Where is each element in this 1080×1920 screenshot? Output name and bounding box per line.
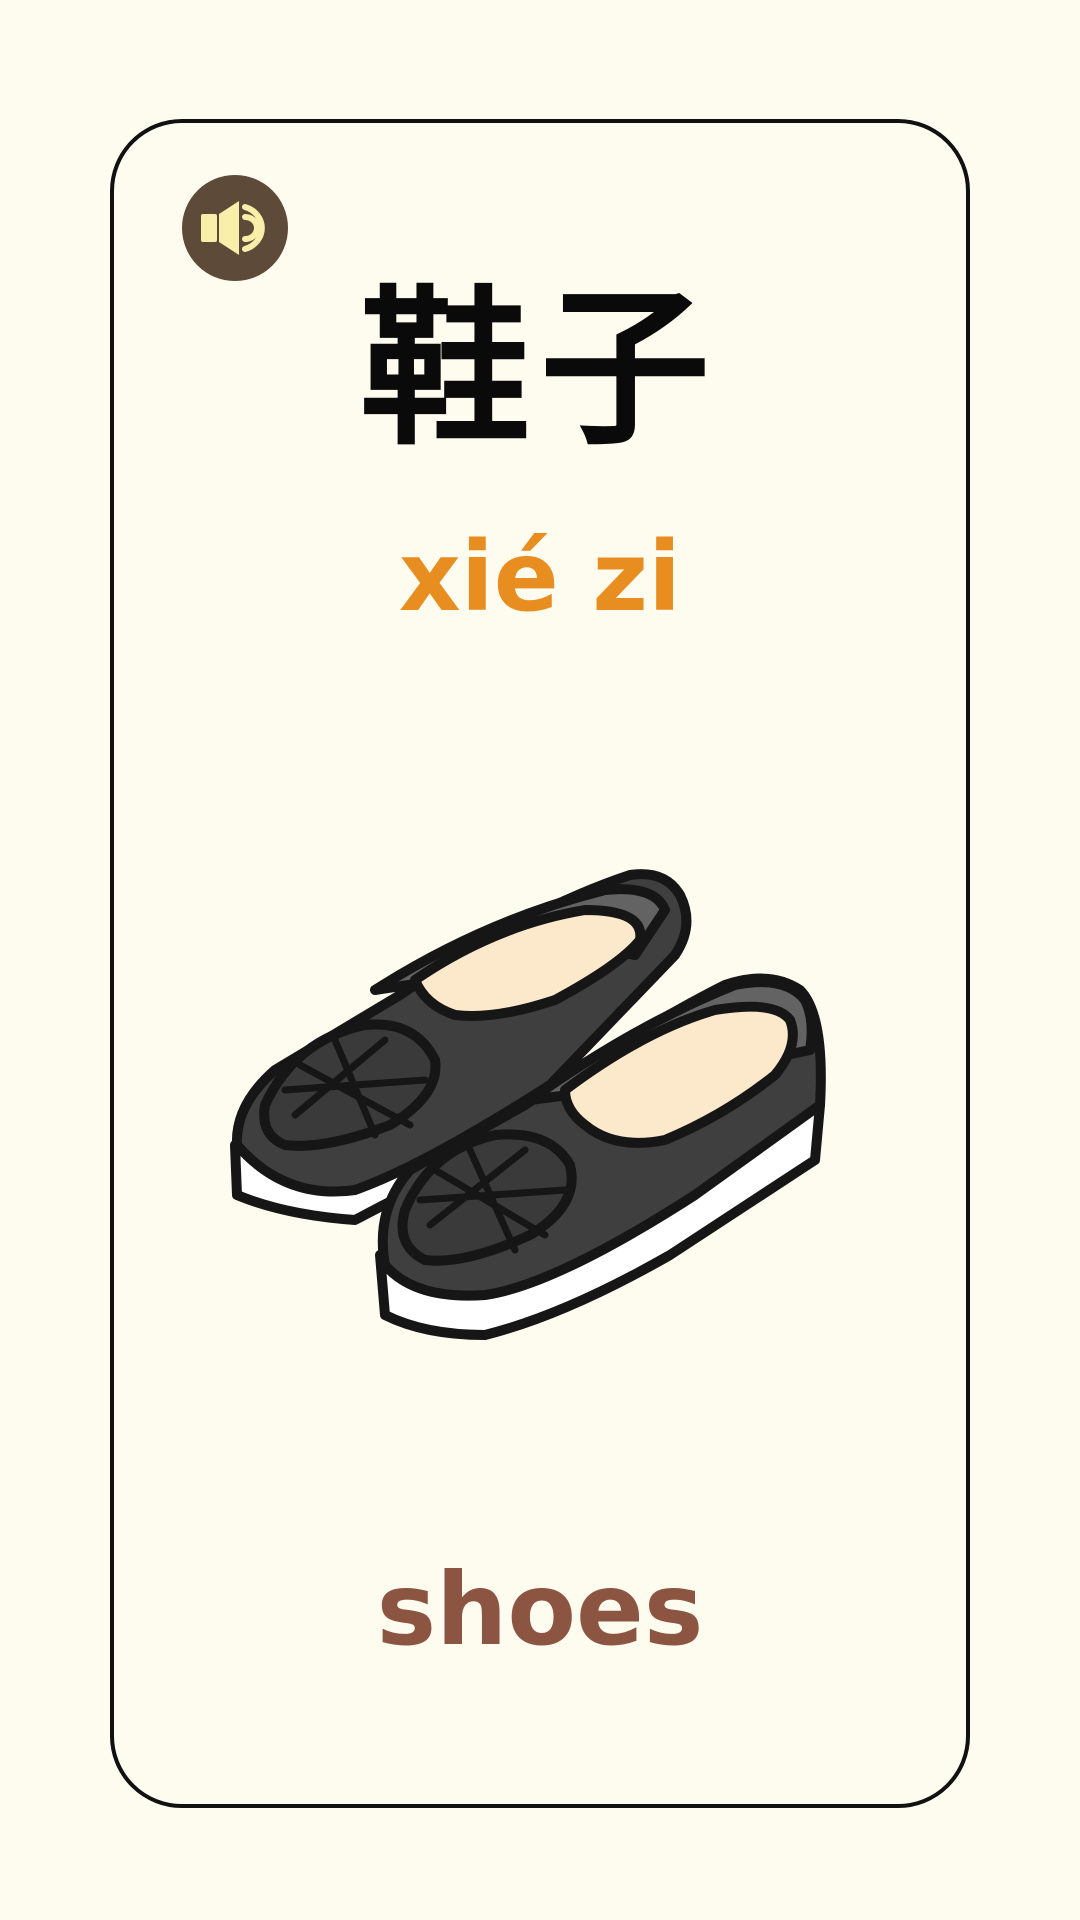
pinyin-text: xié zi xyxy=(398,521,682,633)
speaker-icon xyxy=(201,201,265,255)
english-translation: shoes xyxy=(376,1551,704,1668)
shoes-icon xyxy=(230,869,826,1340)
play-audio-button[interactable] xyxy=(182,175,288,281)
chinese-word: 鞋子 xyxy=(359,271,720,469)
